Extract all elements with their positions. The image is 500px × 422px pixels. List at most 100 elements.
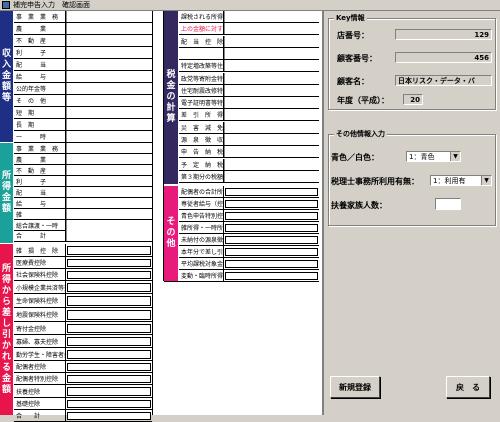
col1-row-field[interactable] bbox=[66, 107, 152, 118]
chevron-down-icon[interactable]: ▼ bbox=[481, 176, 491, 185]
key-info-group: Key情報 店番号： 129 顧客番号： 456 顧客名： 日本リスク・データ・… bbox=[328, 13, 496, 110]
col1-row-field[interactable] bbox=[67, 258, 151, 267]
col1-row-field[interactable] bbox=[66, 71, 152, 82]
col1-row-field[interactable] bbox=[66, 209, 152, 219]
col1-row-field[interactable] bbox=[67, 295, 151, 306]
col1-row-field[interactable] bbox=[67, 374, 151, 383]
other-info-title: その他情報入力 bbox=[334, 129, 387, 139]
col2-row-field[interactable] bbox=[225, 235, 318, 244]
col2-row-field[interactable] bbox=[224, 170, 319, 182]
col1-category-char: 得 bbox=[1, 182, 11, 192]
col2-row-field[interactable] bbox=[224, 47, 319, 59]
col1-row-field[interactable] bbox=[66, 165, 152, 175]
col1-row-label: そ の 他 bbox=[14, 95, 66, 106]
col2-row-field[interactable] bbox=[224, 11, 319, 22]
col1-row-field[interactable] bbox=[66, 119, 152, 130]
col1-row-field[interactable] bbox=[67, 245, 151, 255]
col2-row-label: 配 当 控 除 bbox=[179, 35, 224, 47]
col1-row-field[interactable] bbox=[66, 230, 152, 241]
col1-row-field[interactable] bbox=[67, 336, 151, 346]
col2-row-field[interactable] bbox=[224, 134, 319, 145]
year-field[interactable]: 20 bbox=[403, 94, 423, 105]
col1-row-field[interactable] bbox=[67, 270, 151, 279]
col1-row: 配 当 bbox=[14, 187, 152, 198]
col1-row-field[interactable] bbox=[67, 386, 151, 396]
col1-row: 勤労学生・障害者控除 bbox=[14, 348, 152, 361]
col2-row-field[interactable] bbox=[224, 23, 319, 35]
chevron-down-icon[interactable]: ▼ bbox=[450, 152, 460, 161]
col2-row-field[interactable] bbox=[224, 60, 319, 72]
col2-row-field[interactable] bbox=[225, 259, 318, 268]
col1-row-field[interactable] bbox=[66, 95, 152, 106]
new-register-button[interactable]: 新規登録 bbox=[330, 376, 380, 398]
col1-row-field[interactable] bbox=[66, 83, 152, 94]
col2-category-2: その他 bbox=[164, 186, 178, 281]
col2-row-field[interactable] bbox=[224, 109, 319, 121]
col2-row-field[interactable] bbox=[225, 187, 318, 196]
col1-row-field[interactable] bbox=[67, 309, 151, 320]
col1-category-char: 入 bbox=[1, 60, 11, 70]
col1-row-field[interactable] bbox=[66, 11, 152, 22]
col1-row-field[interactable] bbox=[66, 131, 152, 142]
col1-row-field[interactable] bbox=[66, 35, 152, 46]
col1-row-field[interactable] bbox=[66, 187, 152, 197]
col1-row: 短 期 bbox=[14, 107, 152, 119]
col1-category-char: る bbox=[1, 362, 11, 373]
col2-row-field[interactable] bbox=[224, 35, 319, 47]
col2-row-field[interactable] bbox=[224, 158, 319, 170]
col1-row-label: 寡婦、寡夫控除 bbox=[14, 335, 66, 347]
col1-row-label: 社会保険料控除 bbox=[14, 269, 66, 280]
col2-row-field[interactable] bbox=[225, 223, 318, 232]
back-button[interactable]: 戻 る bbox=[446, 376, 490, 398]
col1-row-field[interactable] bbox=[66, 47, 152, 58]
column-bottom-line bbox=[164, 281, 319, 282]
col1-row-label: 勤労学生・障害者控除 bbox=[14, 348, 66, 360]
col2-row-field[interactable] bbox=[224, 121, 319, 133]
col1-row-field[interactable] bbox=[67, 323, 151, 333]
col1-category-2: 所得金額 bbox=[0, 143, 13, 243]
col2-row-label: 申 告 納 税 額 bbox=[179, 146, 224, 158]
col1-row-field[interactable] bbox=[66, 176, 152, 186]
col1-row-field[interactable] bbox=[67, 362, 151, 371]
col2-row-label: 住宅耐震改修特別控除 bbox=[179, 84, 224, 96]
blue-white-select[interactable]: 1：青色 ▼ bbox=[406, 151, 461, 162]
col1-row: 給 与 bbox=[14, 71, 152, 83]
col1-row-label: 公的年金等 bbox=[14, 83, 66, 94]
col2-row-label: 青色申告特別控除額 bbox=[179, 210, 224, 221]
col2-row: 特定増改築等住宅借入金等特別控除 bbox=[179, 60, 319, 73]
col1-row-label: 小規模企業共済等掛金控除 bbox=[14, 281, 66, 293]
col2-row-field[interactable] bbox=[225, 247, 318, 256]
col1-row-field[interactable] bbox=[67, 411, 151, 420]
store-field[interactable]: 129 bbox=[395, 29, 492, 40]
col1-row-field[interactable] bbox=[66, 154, 152, 164]
col2-row-field[interactable] bbox=[225, 199, 318, 208]
col1-row-field[interactable] bbox=[67, 399, 151, 408]
col2-row: 配 当 控 除 bbox=[179, 35, 319, 48]
col2-row: 予 定 納 税 額 bbox=[179, 158, 319, 171]
name-field[interactable]: 日本リスク・データ・バ bbox=[395, 75, 492, 86]
col1-row-label: 給 与 bbox=[14, 198, 66, 208]
col1-row-field[interactable] bbox=[66, 198, 152, 208]
col1-row-label: 利 子 bbox=[14, 47, 66, 58]
col1-row: 利 子 bbox=[14, 47, 152, 59]
col2-row-field[interactable] bbox=[224, 84, 319, 96]
col1-row: 給 与 bbox=[14, 198, 152, 209]
col2-row-field[interactable] bbox=[225, 271, 318, 280]
dependents-field[interactable] bbox=[435, 198, 461, 210]
client-field[interactable]: 456 bbox=[395, 52, 492, 63]
col2-row-field[interactable] bbox=[225, 211, 318, 220]
col1-category-1: 収入金額等 bbox=[0, 11, 13, 142]
col2-row-field[interactable] bbox=[224, 146, 319, 158]
col1-row-field[interactable] bbox=[66, 23, 152, 34]
col1-row-field[interactable] bbox=[66, 59, 152, 70]
col1-row-field[interactable] bbox=[67, 282, 151, 292]
col1-row-field[interactable] bbox=[66, 143, 152, 153]
col2-row-field[interactable] bbox=[224, 97, 319, 109]
col1-row-field[interactable] bbox=[66, 220, 152, 230]
col2-row: 課税される所得金額 bbox=[179, 11, 319, 23]
tax-accountant-select[interactable]: 1：利用有 ▼ bbox=[430, 175, 492, 186]
col1-category-char: 収 bbox=[1, 49, 11, 59]
col1-row-field[interactable] bbox=[67, 349, 151, 359]
col2-row-field[interactable] bbox=[224, 72, 319, 84]
col1-row-label: 雑 損 控 除 bbox=[14, 244, 66, 256]
